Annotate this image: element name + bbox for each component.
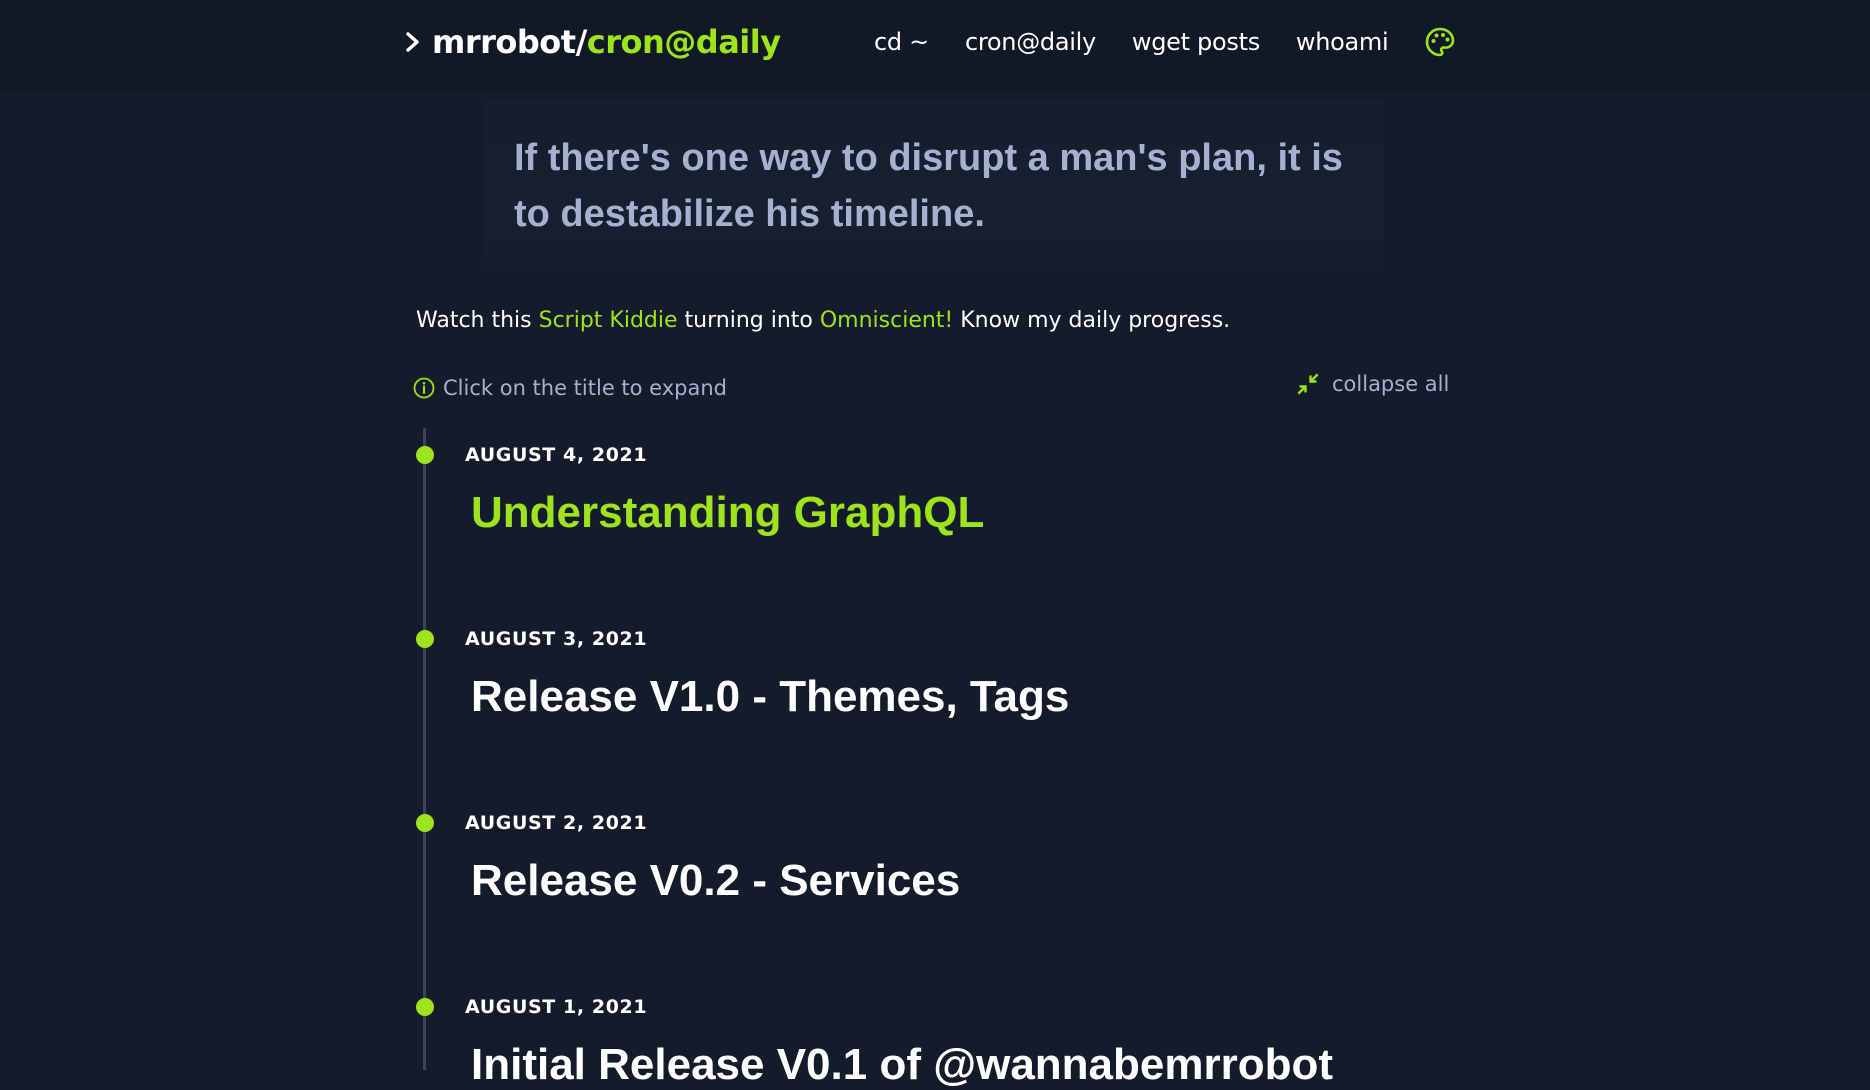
top-navbar: mrrobot/cron@daily cd ~ cron@daily wget … — [0, 0, 1870, 93]
tagline-text: Watch this — [416, 308, 539, 333]
timeline-dot — [416, 998, 434, 1016]
nav-whoami[interactable]: whoami — [1296, 28, 1389, 56]
site-logo[interactable]: mrrobot/cron@daily — [404, 20, 781, 64]
chevron-right-icon — [406, 32, 419, 52]
tagline-highlight-omniscient: Omniscient! — [819, 308, 954, 333]
nav-posts[interactable]: wget posts — [1132, 28, 1260, 56]
post-title[interactable]: Initial Release V0.1 of @wannabemrrobot — [471, 1040, 1333, 1090]
post-date: AUGUST 4, 2021 — [465, 444, 648, 466]
timeline-dot — [416, 446, 434, 464]
expand-hint-text: Click on the title to expand — [443, 376, 727, 400]
post-date: AUGUST 3, 2021 — [465, 628, 648, 650]
post-title[interactable]: Understanding GraphQL — [471, 488, 984, 538]
brand-prefix: mrrobot/ — [432, 23, 587, 61]
tagline-highlight-script-kiddie: Script Kiddie — [538, 308, 678, 333]
timeline-dot — [416, 630, 434, 648]
collapse-all-button[interactable]: collapse all — [1296, 372, 1449, 396]
post-date: AUGUST 2, 2021 — [465, 812, 648, 834]
nav-cron-daily[interactable]: cron@daily — [965, 28, 1096, 56]
main-nav: cd ~ cron@daily wget posts whoami — [874, 22, 1456, 62]
nav-home[interactable]: cd ~ — [874, 28, 929, 56]
post-title[interactable]: Release V0.2 - Services — [471, 856, 960, 906]
brand-accent: cron@daily — [586, 23, 781, 61]
info-icon — [413, 377, 435, 399]
expand-hint: Click on the title to expand — [413, 376, 727, 400]
hero-quote: If there's one way to disrupt a man's pl… — [514, 137, 1343, 235]
collapse-all-label: collapse all — [1332, 372, 1450, 396]
hero-quote-box: If there's one way to disrupt a man's pl… — [484, 100, 1384, 292]
collapse-arrows-icon — [1297, 373, 1319, 395]
post-title[interactable]: Release V1.0 - Themes, Tags — [471, 672, 1069, 722]
timeline-dot — [416, 814, 434, 832]
palette-icon[interactable] — [1424, 26, 1456, 58]
timeline-line — [423, 428, 426, 1070]
tagline-text: turning into — [677, 308, 820, 333]
post-date: AUGUST 1, 2021 — [465, 996, 648, 1018]
tagline: Watch this Script Kiddie turning into Om… — [416, 308, 1230, 333]
tagline-text: Know my daily progress. — [953, 308, 1231, 333]
